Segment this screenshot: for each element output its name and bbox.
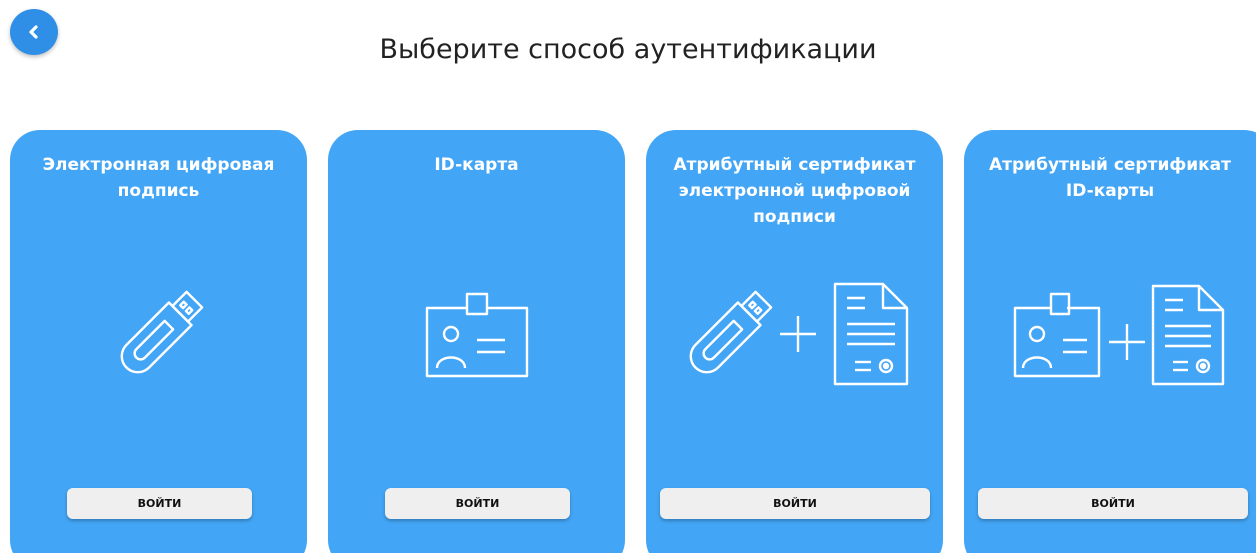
card-title: Атрибутный сертификат ID-карты <box>988 155 1232 201</box>
card-title: Электронная цифровая подпись <box>42 155 275 201</box>
login-button[interactable]: ВОЙТИ <box>660 488 930 519</box>
login-button[interactable]: ВОЙТИ <box>385 488 570 519</box>
usb-token-icon <box>120 290 203 374</box>
auth-card-eds[interactable]: Электронная цифровая подпись ВОЙТИ <box>10 130 307 553</box>
id-card-icon <box>425 292 528 378</box>
card-title: Атрибутный сертификат электронной цифров… <box>673 155 916 227</box>
usb-token-plus-certificate-icon <box>689 282 908 386</box>
auth-card-id-card[interactable]: ID-карта ВОЙТИ <box>328 130 625 553</box>
login-button[interactable]: ВОЙТИ <box>978 488 1248 519</box>
auth-card-id-card-attribute-certificate[interactable]: Атрибутный сертификат ID-карты ВОЙТИ <box>964 130 1256 553</box>
page-title: Выберите способ аутентификации <box>379 34 877 65</box>
auth-method-page: Выберите способ аутентификации Электронн… <box>0 0 1256 553</box>
login-button[interactable]: ВОЙТИ <box>67 488 252 519</box>
id-card-plus-certificate-icon <box>1013 284 1225 386</box>
card-title: ID-карта <box>434 155 519 175</box>
auth-card-eds-attribute-certificate[interactable]: Атрибутный сертификат электронной цифров… <box>646 130 943 553</box>
